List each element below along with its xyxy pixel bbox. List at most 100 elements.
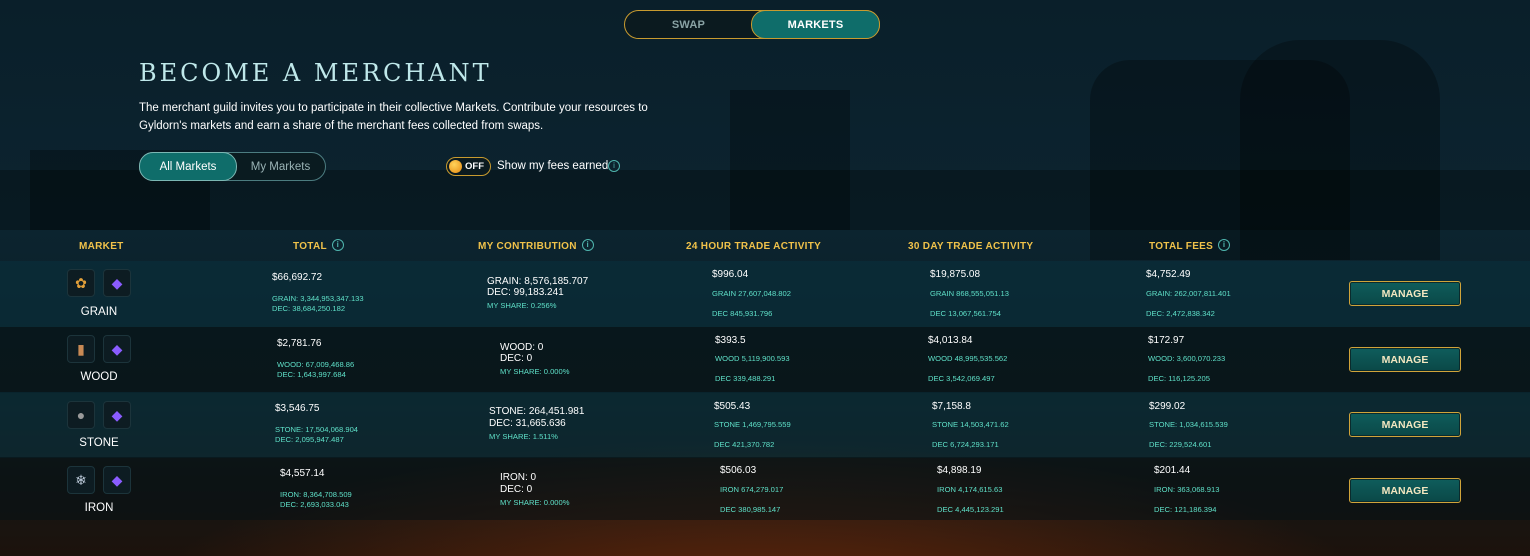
month-line2: DEC 6,724,293.171 [932,440,999,449]
info-icon[interactable]: i [331,239,344,252]
my-share: MY SHARE: 0.000% [500,498,570,507]
col-fees-wrap: TOTAL FEES i [1149,239,1231,252]
fees-value: $201.44 [1154,465,1191,476]
total-value: $2,781.76 [277,338,322,349]
total-value: $66,692.72 [272,272,323,283]
month-value: $4,013.84 [928,335,973,346]
fees-line1: IRON: 363,068.913 [1154,485,1220,494]
view-switch: SWAP MARKETS [624,10,880,39]
day-line2: DEC 421,370.782 [714,440,775,449]
dec-crystal-icon: ◆ [103,335,131,363]
month-line1: GRAIN 868,555,051.13 [930,289,1009,298]
month-line1: IRON 4,174,615.63 [937,485,1003,494]
contrib-line1: IRON: 0 [500,472,537,483]
manage-button[interactable]: MANAGE [1349,478,1461,503]
grain-icon: ✿ [67,269,95,297]
day-line2: DEC 339,488.291 [715,374,776,383]
tab-swap[interactable]: SWAP [625,11,752,38]
manage-button[interactable]: MANAGE [1349,412,1461,437]
col-market: MARKET [79,241,124,252]
total-line2: DEC: 2,693,033.043 [280,500,349,509]
total-value: $3,546.75 [275,403,320,414]
market-name: WOOD [80,371,118,383]
contrib-line2: DEC: 0 [500,353,533,364]
col-contribution: MY CONTRIBUTION [478,241,577,252]
day-value: $996.04 [712,269,749,280]
fees-line2: DEC: 121,186.394 [1154,505,1217,514]
total-line2: DEC: 38,684,250.182 [272,304,346,313]
total-value: $4,557.14 [280,468,325,479]
market-name: GRAIN [80,306,118,318]
fees-toggle[interactable]: OFF [446,157,491,176]
day-line1: IRON 674,279.017 [720,485,784,494]
fees-line1: GRAIN: 262,007,811.401 [1146,289,1231,298]
col-fees: TOTAL FEES [1149,241,1214,252]
fees-line2: DEC: 229,524.601 [1149,440,1212,449]
contrib-line2: DEC: 31,665.636 [489,418,566,429]
contrib-line1: WOOD: 0 [500,342,544,353]
my-share: MY SHARE: 0.256% [487,301,557,310]
toggle-state: OFF [465,161,484,172]
day-line2: DEC 845,931.796 [712,309,773,318]
contrib-line2: DEC: 99,183.241 [487,287,564,298]
dec-crystal-icon: ◆ [103,466,131,494]
info-icon[interactable]: i [581,239,594,252]
info-icon[interactable]: i [1218,239,1231,252]
contrib-line1: GRAIN: 8,576,185.707 [487,276,589,287]
fees-value: $172.97 [1148,335,1185,346]
col-total-wrap: TOTAL i [293,239,344,252]
manage-button[interactable]: MANAGE [1349,347,1461,372]
info-icon[interactable]: i [608,160,620,172]
total-line2: DEC: 1,643,997.684 [277,370,346,379]
table-row: ▮ ◆ WOOD $2,781.76 WOOD: 67,009,468.86 D… [0,327,1530,393]
month-value: $7,158.8 [932,401,971,412]
fees-line1: STONE: 1,034,615.539 [1149,420,1228,429]
day-line1: STONE 1,469,795.559 [714,420,791,429]
col-contribution-wrap: MY CONTRIBUTION i [478,239,594,252]
iron-ore-icon: ❄ [67,466,95,494]
fees-line2: DEC: 116,125.205 [1148,374,1210,383]
manage-button[interactable]: MANAGE [1349,281,1461,306]
wood-log-icon: ▮ [67,335,95,363]
tab-markets[interactable]: MARKETS [751,10,880,39]
market-name: IRON [84,502,114,514]
month-line1: WOOD 48,995,535.562 [928,354,1008,363]
contrib-line1: STONE: 264,451.981 [489,406,585,417]
my-share: MY SHARE: 0.000% [500,367,570,376]
col-24h: 24 HOUR TRADE ACTIVITY [686,241,822,252]
fees-value: $4,752.49 [1146,269,1191,280]
dec-crystal-icon: ◆ [103,401,131,429]
table-row: ✿ ◆ GRAIN $66,692.72 GRAIN: 3,344,953,34… [0,261,1530,327]
month-line2: DEC 13,067,561.754 [930,309,1001,318]
col-total: TOTAL [293,241,327,252]
my-share: MY SHARE: 1.511% [489,432,558,441]
day-line2: DEC 380,985.147 [720,505,781,514]
fees-line1: WOOD: 3,600,070.233 [1148,354,1226,363]
table-row: ❄ ◆ IRON $4,557.14 IRON: 8,364,708.509 D… [0,457,1530,520]
month-value: $19,875.08 [930,269,981,280]
page-title: BECOME A MERCHANT [139,59,492,87]
month-line2: DEC 4,445,123.291 [937,505,1004,514]
day-value: $505.43 [714,401,751,412]
month-value: $4,898.19 [937,465,982,476]
filter-all-markets[interactable]: All Markets [139,152,237,181]
day-line1: WOOD 5,119,900.593 [715,354,790,363]
contrib-line2: DEC: 0 [500,484,533,495]
col-30d: 30 DAY TRADE ACTIVITY [908,241,1034,252]
total-line2: DEC: 2,095,947.487 [275,435,344,444]
toggle-knob [449,160,462,173]
month-line2: DEC 3,542,069.497 [928,374,995,383]
fees-value: $299.02 [1149,401,1186,412]
table-row: ● ◆ STONE $3,546.75 STONE: 17,504,068.90… [0,392,1530,458]
fees-toggle-label: Show my fees earned [497,160,609,172]
stone-icon: ● [67,401,95,429]
market-name: STONE [79,437,119,449]
page-description: The merchant guild invites you to partic… [139,102,648,132]
day-value: $393.5 [715,335,746,346]
month-line1: STONE 14,503,471.62 [932,420,1009,429]
filter-my-markets[interactable]: My Markets [236,153,325,180]
day-line1: GRAIN 27,607,048.802 [712,289,791,298]
fees-line2: DEC: 2,472,838.342 [1146,309,1215,318]
market-filter: All Markets My Markets [139,152,326,181]
dec-crystal-icon: ◆ [103,269,131,297]
